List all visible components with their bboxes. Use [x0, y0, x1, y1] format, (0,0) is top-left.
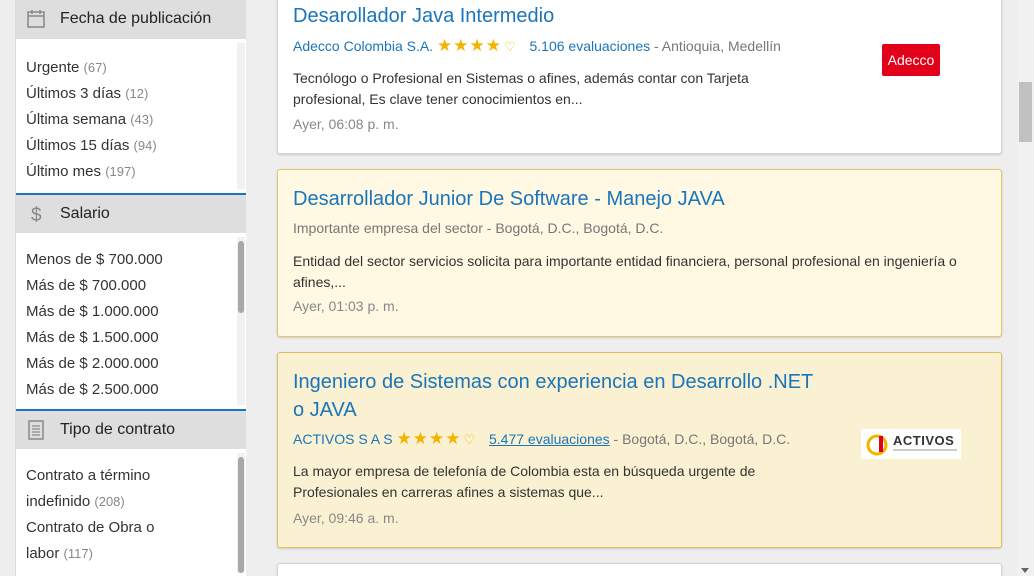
contract-filter-scrollbar[interactable]: [237, 453, 245, 573]
filter-item-count: (12): [125, 86, 149, 101]
job-description: Entidad del sector servicios solicita pa…: [293, 253, 957, 290]
filter-item-count: (117): [63, 546, 93, 561]
filter-item-label: Últimos 15 días: [26, 137, 130, 154]
job-title-line: o JAVA: [293, 399, 357, 421]
job-title[interactable]: Desarollador Java Intermedio: [293, 2, 554, 30]
company-logo[interactable]: ACTIVOS: [861, 429, 961, 459]
contract-filter-list: Contrato a término indefinido (208) Cont…: [16, 449, 246, 573]
filter-item-mes[interactable]: Último mes (197): [26, 159, 246, 185]
star-rating-icon: ★★★★: [436, 36, 502, 55]
scroll-down-arrow-icon[interactable]: [1021, 568, 1029, 573]
page-scrollbar-thumb[interactable]: [1019, 82, 1032, 142]
logo-divider: [893, 449, 957, 451]
dollar-icon: $: [31, 205, 42, 224]
heart-icon[interactable]: ♡: [463, 432, 475, 447]
heart-icon[interactable]: ♡: [504, 39, 516, 54]
salary-filter-list: Menos de $ 700.000 Más de $ 700.000 Más …: [16, 233, 246, 409]
filter-item-label: Contrato a término: [26, 467, 151, 484]
job-posted-date: Ayer, 06:08 p. m.: [293, 116, 399, 132]
filter-item-label: Contrato de Obra o: [26, 519, 155, 536]
job-posted-date: Ayer, 09:46 a. m.: [293, 510, 399, 526]
company-link[interactable]: ACTIVOS S A S: [293, 431, 393, 447]
company-name: Importante empresa del sector: [293, 220, 483, 236]
filters-sidebar: Fecha de publicación Urgente (67) Último…: [15, 0, 246, 576]
job-title[interactable]: Desarrollador Junior De Software - Manej…: [293, 185, 725, 213]
filter-item-count: (43): [130, 112, 154, 127]
page-scrollbar[interactable]: [1017, 0, 1034, 576]
date-filter-scrollbar[interactable]: [237, 43, 245, 189]
filter-header-salary[interactable]: $ Salario: [16, 193, 246, 233]
date-filter-list: Urgente (67) Últimos 3 días (12) Última …: [16, 39, 246, 193]
filter-header-date[interactable]: Fecha de publicación: [16, 0, 246, 39]
job-title-line: Ingeniero de Sistemas con experiencia en…: [293, 371, 814, 393]
filter-item-salary[interactable]: Más de $ 1.000.000: [26, 299, 246, 325]
filter-item-label: indefinido: [26, 493, 91, 510]
filter-item-salary[interactable]: Más de $ 2.500.000: [26, 377, 246, 403]
filter-item-label: Última semana: [26, 111, 127, 128]
filter-item-label: Último mes: [26, 163, 102, 180]
filter-item-salary[interactable]: Menos de $ 700.000: [26, 247, 246, 273]
filter-title-contract: Tipo de contrato: [60, 421, 176, 438]
job-posted-date: Ayer, 01:03 p. m.: [293, 298, 399, 314]
filter-item-contract-obra[interactable]: Contrato de Obra o labor (117): [26, 515, 246, 567]
job-title[interactable]: Ingeniero de Sistemas con experiencia en…: [293, 368, 813, 424]
svg-text:$: $: [31, 205, 42, 224]
filter-item-semana[interactable]: Última semana (43): [26, 107, 246, 133]
filter-item-count: (94): [133, 138, 157, 153]
filter-header-contract[interactable]: Tipo de contrato: [16, 409, 246, 449]
job-location: - Bogotá, D.C., Bogotá, D.C.: [613, 431, 791, 447]
job-location: - Antioquia, Medellín: [654, 38, 781, 54]
company-link[interactable]: Adecco Colombia S.A.: [293, 38, 433, 54]
salary-filter-scrollbar[interactable]: [237, 237, 245, 405]
company-logo[interactable]: Adecco: [882, 44, 940, 76]
filter-item-label: labor: [26, 545, 60, 562]
star-rating-icon: ★★★★: [396, 429, 462, 448]
reviews-link[interactable]: 5.106 evaluaciones: [529, 38, 650, 54]
filter-item-count: (67): [83, 60, 107, 75]
filter-item-urgente[interactable]: Urgente (67): [26, 55, 246, 81]
filter-item-label: Urgente: [26, 59, 80, 76]
job-description: La mayor empresa de telefonía de Colombi…: [293, 463, 756, 500]
calendar-icon: [27, 10, 45, 28]
job-card[interactable]: Ingeniero de Sistemas con experiencia en…: [277, 352, 1002, 548]
job-location: - Bogotá, D.C., Bogotá, D.C.: [486, 220, 664, 236]
filter-item-contract-indefinido[interactable]: Contrato a término indefinido (208): [26, 463, 246, 515]
job-card[interactable]: [277, 563, 1002, 576]
filter-item-salary[interactable]: Más de $ 2.000.000: [26, 351, 246, 377]
document-icon: [28, 420, 44, 440]
filter-item-label: Últimos 3 días: [26, 85, 122, 102]
filter-item-15-dias[interactable]: Últimos 15 días (94): [26, 133, 246, 159]
filter-item-count: (208): [94, 494, 125, 509]
filter-title-date: Fecha de publicación: [60, 10, 212, 27]
reviews-link[interactable]: 5.477 evaluaciones: [489, 431, 610, 447]
job-meta: Importante empresa del sector - Bogotá, …: [293, 220, 663, 236]
filter-item-3-dias[interactable]: Últimos 3 días (12): [26, 81, 246, 107]
job-description: Tecnólogo o Profesional en Sistemas o af…: [293, 70, 749, 107]
company-logo-text: ACTIVOS: [893, 433, 955, 448]
filter-item-salary[interactable]: Más de $ 1.500.000: [26, 325, 246, 351]
activos-logo-mark-icon: [866, 434, 888, 456]
job-card[interactable]: Desarollador Java Intermedio Adecco Colo…: [277, 0, 1002, 154]
job-meta: ACTIVOS S A S ★★★★ ♡ 5.477 evaluaciones -…: [293, 429, 790, 449]
scrollbar-thumb[interactable]: [238, 457, 244, 573]
job-card[interactable]: Desarrollador Junior De Software - Manej…: [277, 169, 1002, 337]
job-meta: Adecco Colombia S.A. ★★★★ ♡ 5.106 evaluac…: [293, 36, 781, 56]
scrollbar-thumb[interactable]: [238, 241, 244, 313]
filter-title-salary: Salario: [60, 205, 110, 222]
filter-item-count: (197): [105, 164, 136, 179]
filter-item-salary[interactable]: Más de $ 700.000: [26, 273, 246, 299]
